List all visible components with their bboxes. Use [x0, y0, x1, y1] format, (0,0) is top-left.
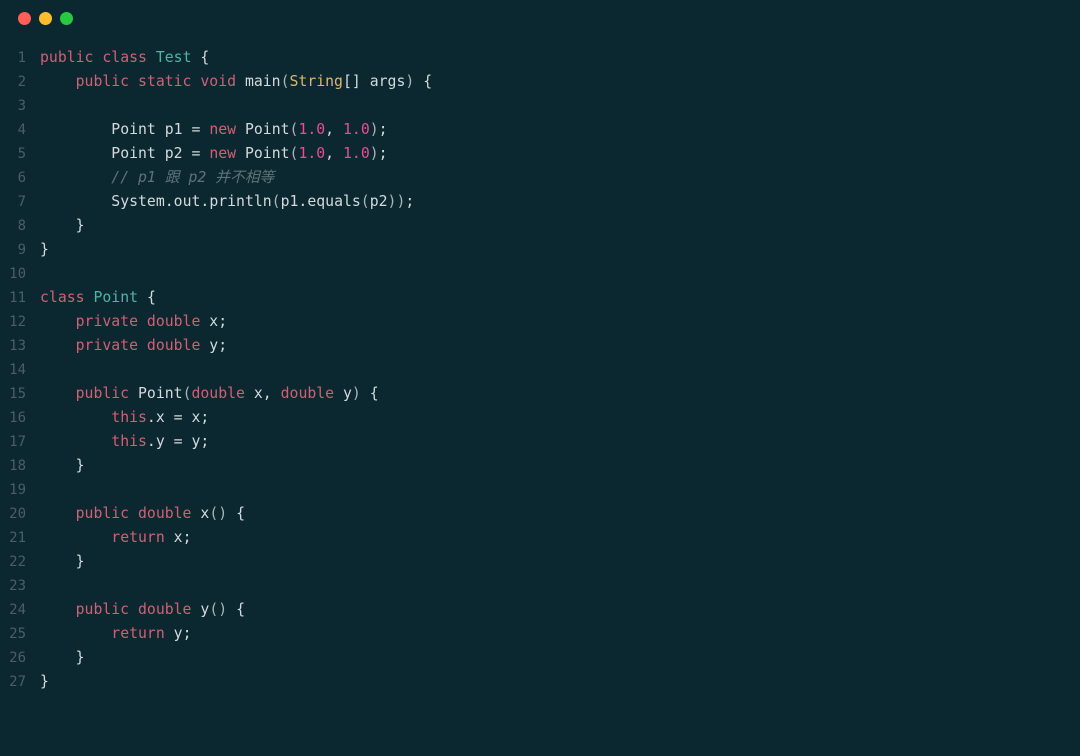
code-line[interactable]: 16 this.x = x;	[0, 406, 1080, 430]
code-content[interactable]: }	[40, 646, 1080, 670]
code-content[interactable]: return y;	[40, 622, 1080, 646]
editor-window: 1public class Test {2 public static void…	[0, 0, 1080, 756]
code-editor[interactable]: 1public class Test {2 public static void…	[0, 36, 1080, 694]
line-number: 18	[0, 454, 40, 478]
line-number: 11	[0, 286, 40, 310]
code-content[interactable]: }	[40, 550, 1080, 574]
line-number: 9	[0, 238, 40, 262]
title-bar	[0, 0, 1080, 36]
line-number: 4	[0, 118, 40, 142]
line-number: 10	[0, 262, 40, 286]
code-line[interactable]: 20 public double x() {	[0, 502, 1080, 526]
code-line[interactable]: 6 // p1 跟 p2 并不相等	[0, 166, 1080, 190]
line-number: 16	[0, 406, 40, 430]
code-line[interactable]: 23	[0, 574, 1080, 598]
close-icon[interactable]	[18, 12, 31, 25]
code-line[interactable]: 5 Point p2 = new Point(1.0, 1.0);	[0, 142, 1080, 166]
code-line[interactable]: 18 }	[0, 454, 1080, 478]
code-line[interactable]: 22 }	[0, 550, 1080, 574]
line-number: 27	[0, 670, 40, 694]
line-number: 24	[0, 598, 40, 622]
code-content[interactable]: public double x() {	[40, 502, 1080, 526]
code-line[interactable]: 7 System.out.println(p1.equals(p2));	[0, 190, 1080, 214]
line-number: 5	[0, 142, 40, 166]
line-number: 15	[0, 382, 40, 406]
code-content[interactable]: Point p2 = new Point(1.0, 1.0);	[40, 142, 1080, 166]
maximize-icon[interactable]	[60, 12, 73, 25]
code-line[interactable]: 3	[0, 94, 1080, 118]
line-number: 13	[0, 334, 40, 358]
line-number: 7	[0, 190, 40, 214]
line-number: 8	[0, 214, 40, 238]
code-line[interactable]: 24 public double y() {	[0, 598, 1080, 622]
line-number: 12	[0, 310, 40, 334]
code-line[interactable]: 9}	[0, 238, 1080, 262]
line-number: 14	[0, 358, 40, 382]
code-line[interactable]: 2 public static void main(String[] args)…	[0, 70, 1080, 94]
code-content[interactable]: public class Test {	[40, 46, 1080, 70]
code-line[interactable]: 11class Point {	[0, 286, 1080, 310]
code-content[interactable]: this.y = y;	[40, 430, 1080, 454]
code-content[interactable]: }	[40, 454, 1080, 478]
code-line[interactable]: 1public class Test {	[0, 46, 1080, 70]
line-number: 25	[0, 622, 40, 646]
code-content[interactable]: public Point(double x, double y) {	[40, 382, 1080, 406]
line-number: 17	[0, 430, 40, 454]
line-number: 22	[0, 550, 40, 574]
line-number: 1	[0, 46, 40, 70]
code-line[interactable]: 26 }	[0, 646, 1080, 670]
code-line[interactable]: 17 this.y = y;	[0, 430, 1080, 454]
code-line[interactable]: 8 }	[0, 214, 1080, 238]
code-line[interactable]: 25 return y;	[0, 622, 1080, 646]
code-content[interactable]: System.out.println(p1.equals(p2));	[40, 190, 1080, 214]
line-number: 26	[0, 646, 40, 670]
code-line[interactable]: 27}	[0, 670, 1080, 694]
line-number: 2	[0, 70, 40, 94]
code-content[interactable]: // p1 跟 p2 并不相等	[40, 166, 1080, 190]
code-content[interactable]: this.x = x;	[40, 406, 1080, 430]
code-content[interactable]: private double y;	[40, 334, 1080, 358]
line-number: 20	[0, 502, 40, 526]
code-content[interactable]: public static void main(String[] args) {	[40, 70, 1080, 94]
code-content[interactable]: }	[40, 214, 1080, 238]
code-line[interactable]: 12 private double x;	[0, 310, 1080, 334]
code-line[interactable]: 13 private double y;	[0, 334, 1080, 358]
code-content[interactable]: class Point {	[40, 286, 1080, 310]
code-content[interactable]: public double y() {	[40, 598, 1080, 622]
code-line[interactable]: 19	[0, 478, 1080, 502]
code-content[interactable]: Point p1 = new Point(1.0, 1.0);	[40, 118, 1080, 142]
code-content[interactable]: private double x;	[40, 310, 1080, 334]
code-line[interactable]: 21 return x;	[0, 526, 1080, 550]
line-number: 21	[0, 526, 40, 550]
code-content[interactable]: }	[40, 670, 1080, 694]
code-line[interactable]: 15 public Point(double x, double y) {	[0, 382, 1080, 406]
code-line[interactable]: 4 Point p1 = new Point(1.0, 1.0);	[0, 118, 1080, 142]
line-number: 23	[0, 574, 40, 598]
code-content[interactable]: return x;	[40, 526, 1080, 550]
minimize-icon[interactable]	[39, 12, 52, 25]
code-line[interactable]: 14	[0, 358, 1080, 382]
code-content[interactable]: }	[40, 238, 1080, 262]
line-number: 19	[0, 478, 40, 502]
code-line[interactable]: 10	[0, 262, 1080, 286]
line-number: 3	[0, 94, 40, 118]
line-number: 6	[0, 166, 40, 190]
